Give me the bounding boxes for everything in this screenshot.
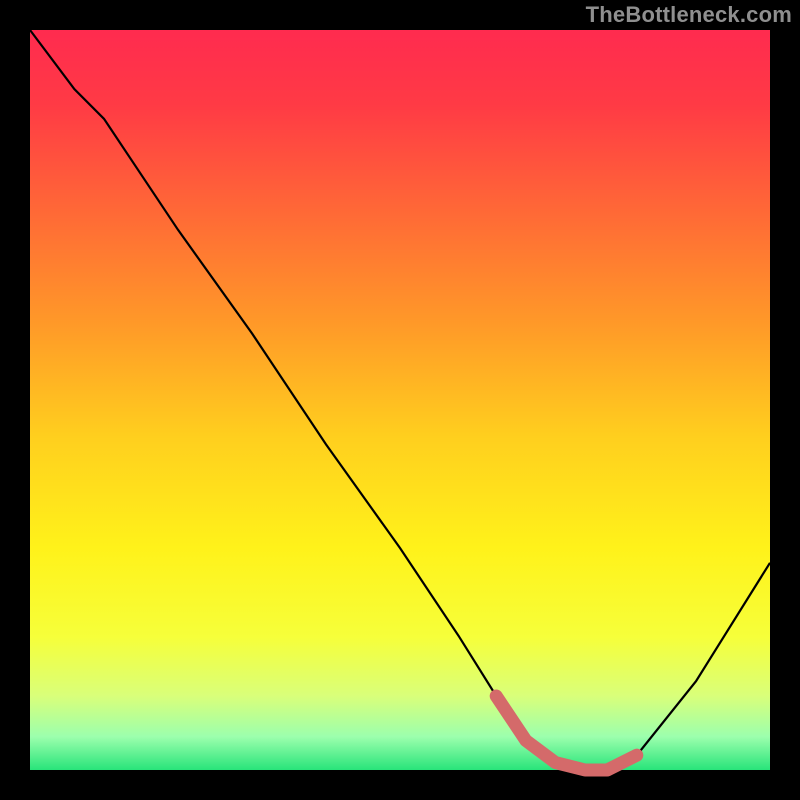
gradient-background <box>30 30 770 770</box>
watermark-text: TheBottleneck.com <box>586 2 792 28</box>
bottleneck-chart <box>0 0 800 800</box>
chart-frame: TheBottleneck.com <box>0 0 800 800</box>
